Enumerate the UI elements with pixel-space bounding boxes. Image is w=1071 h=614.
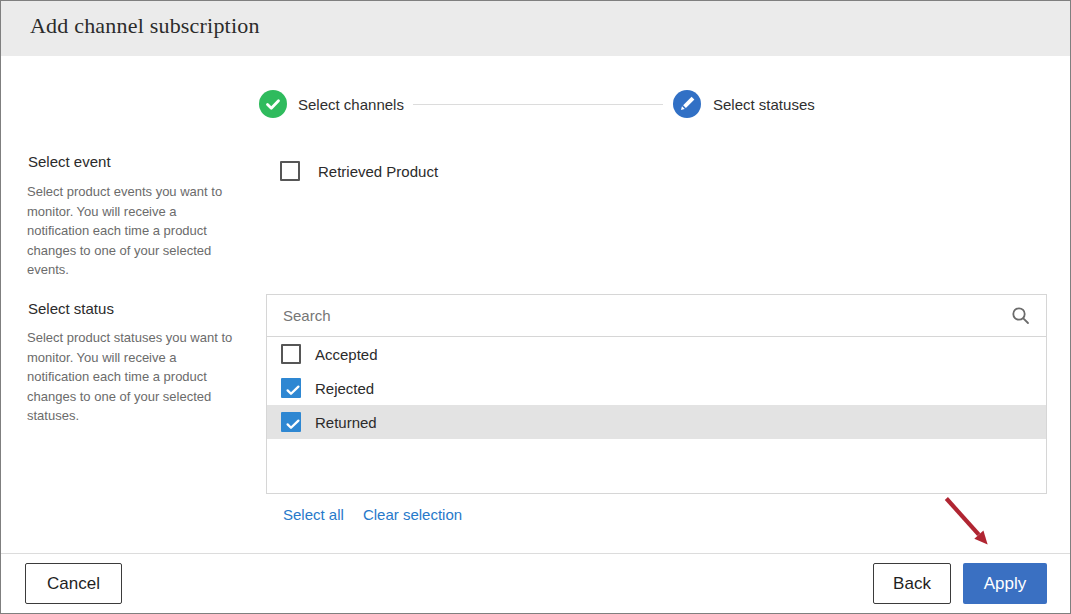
search-input[interactable]: [267, 295, 1046, 336]
returned-label: Returned: [315, 414, 377, 431]
search-icon[interactable]: [1010, 305, 1031, 326]
accepted-checkbox[interactable]: [281, 344, 301, 364]
status-list-panel: Accepted Rejected Returned: [266, 294, 1047, 494]
status-option-accepted[interactable]: Accepted: [267, 337, 1046, 371]
step-select-channels-label: Select channels: [298, 96, 404, 113]
stepper-connector: [413, 104, 663, 105]
pencil-icon: [673, 90, 701, 118]
returned-checkbox[interactable]: [281, 412, 301, 432]
add-channel-subscription-dialog: Add channel subscription Select channels…: [0, 0, 1071, 614]
apply-button[interactable]: Apply: [963, 563, 1047, 604]
retrieved-product-checkbox[interactable]: [280, 161, 300, 181]
retrieved-product-option[interactable]: Retrieved Product: [280, 161, 438, 181]
annotation-arrow: [937, 491, 997, 551]
cancel-button[interactable]: Cancel: [25, 563, 122, 604]
select-status-heading: Select status: [28, 300, 114, 317]
footer-separator: [1, 553, 1070, 554]
back-button[interactable]: Back: [873, 563, 951, 604]
select-event-description: Select product events you want to monito…: [27, 182, 233, 280]
dialog-title: Add channel subscription: [30, 13, 260, 39]
step-select-statuses-icon: [673, 90, 701, 118]
retrieved-product-label: Retrieved Product: [318, 163, 438, 180]
clear-selection-link[interactable]: Clear selection: [363, 506, 462, 523]
select-all-link[interactable]: Select all: [283, 506, 344, 523]
select-event-heading: Select event: [28, 153, 111, 170]
list-actions: Select all Clear selection: [283, 506, 462, 523]
step-select-statuses-label: Select statuses: [713, 96, 815, 113]
select-status-description: Select product statuses you want to moni…: [27, 328, 233, 426]
rejected-checkbox[interactable]: [281, 378, 301, 398]
search-row: [267, 295, 1046, 337]
rejected-label: Rejected: [315, 380, 374, 397]
status-option-rejected[interactable]: Rejected: [267, 371, 1046, 405]
accepted-label: Accepted: [315, 346, 378, 363]
check-icon: [259, 90, 287, 118]
step-select-channels-icon: [259, 90, 287, 118]
dialog-header: Add channel subscription: [1, 1, 1070, 56]
status-option-returned[interactable]: Returned: [267, 405, 1046, 439]
